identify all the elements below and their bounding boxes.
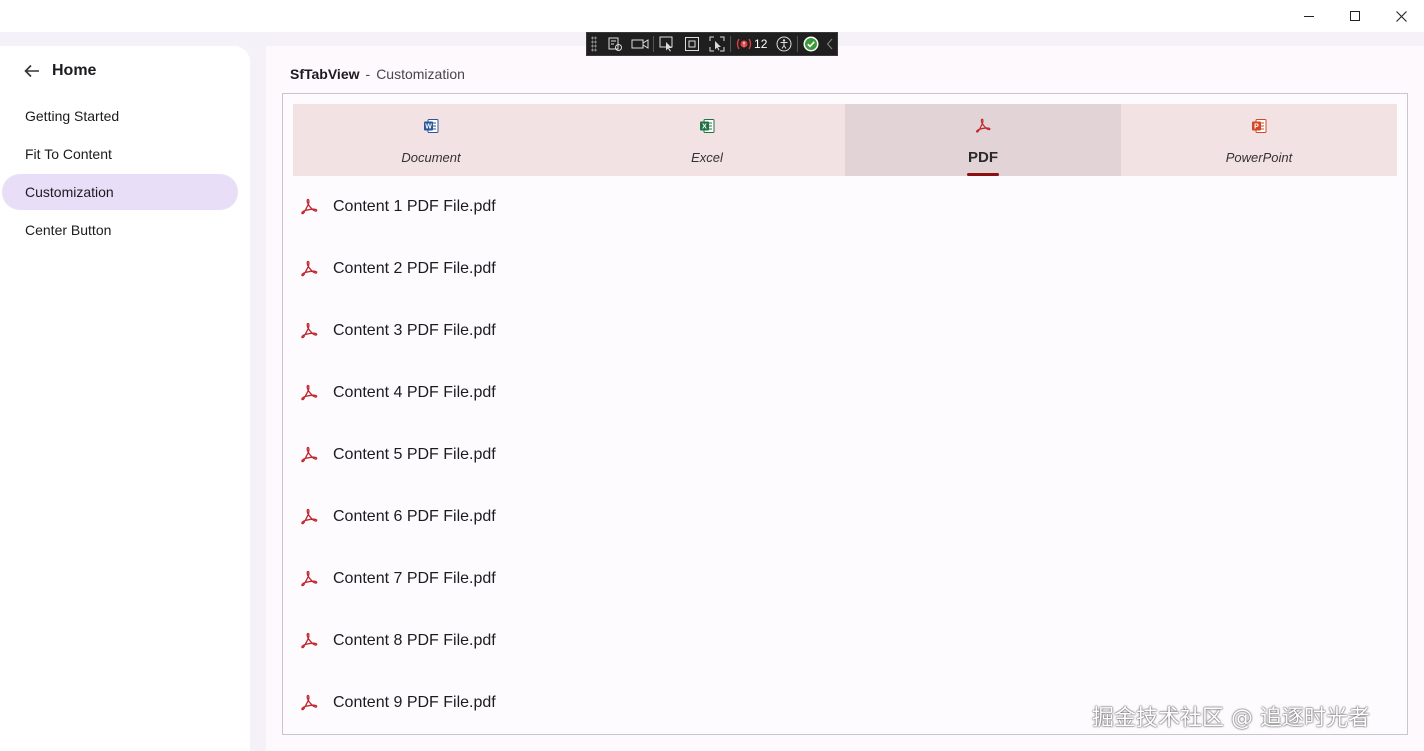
pdf-icon [299,631,319,651]
accessibility-icon [776,36,792,52]
file-name: Content 4 PDF File.pdf [333,384,496,401]
main-content: SfTabView - Customization W Document X Exce… [266,46,1424,751]
svg-text:W: W [425,124,432,131]
list-item[interactable]: Content 6 PDF File.pdf [283,486,1407,548]
pdf-icon [299,259,319,279]
breadcrumb: SfTabView - Customization [290,66,465,82]
select-element-icon [659,36,673,52]
tab-bar: W Document X Excel PDF P PowerPoint [293,104,1397,176]
tabview-frame: W Document X Excel PDF P PowerPoint Content 1 … [282,93,1408,735]
svg-text:X: X [702,124,707,131]
tab-powerpoint[interactable]: P PowerPoint [1121,104,1397,176]
file-name: Content 1 PDF File.pdf [333,198,496,215]
tab-label: Document [401,150,461,165]
sidebar-item-center-button[interactable]: Center Button [2,212,238,248]
pdf-icon [299,507,319,527]
close-icon [1395,10,1407,22]
breadcrumb-page: Customization [376,66,465,82]
select-element-button[interactable] [655,34,680,54]
close-button[interactable] [1378,0,1424,32]
file-name: Content 7 PDF File.pdf [333,570,496,587]
pdf-icon [299,445,319,465]
list-item[interactable]: Content 7 PDF File.pdf [283,548,1407,610]
pdf-file-list: Content 1 PDF File.pdf Content 2 PDF File… [283,176,1407,734]
sidebar-item-label: Getting Started [25,108,120,124]
pdf-icon [299,321,319,341]
powerpoint-icon: P [1249,116,1269,136]
layout-adorner-icon [685,37,700,51]
track-focus-button[interactable] [704,34,729,54]
tab-label: Excel [691,150,723,165]
toolbar-separator [797,36,799,52]
file-name: Content 8 PDF File.pdf [333,632,496,649]
file-name: Content 2 PDF File.pdf [333,260,496,277]
tab-excel[interactable]: X Excel [569,104,845,176]
toolbar-grip-handle[interactable] [591,36,597,52]
sidebar-item-label: Customization [25,184,114,200]
window-title-bar [0,0,1424,32]
toolbar-separator [730,36,732,52]
tab-document[interactable]: W Document [293,104,569,176]
sidebar-item-fit-to-content[interactable]: Fit To Content [2,136,238,172]
home-label: Home [52,62,97,79]
binding-failure-icon [736,38,752,50]
error-count: 12 [754,37,768,51]
chevron-left-icon [827,38,833,50]
binding-failures-button[interactable]: 12 [732,37,771,51]
file-name: Content 6 PDF File.pdf [333,508,496,525]
sidebar-item-getting-started[interactable]: Getting Started [2,98,238,134]
list-item[interactable]: Content 2 PDF File.pdf [283,238,1407,300]
live-visual-tree-button[interactable] [603,34,628,54]
tab-label: PDF [968,149,998,166]
xaml-debug-toolbar: 12 [586,32,838,56]
track-focus-icon [709,36,725,52]
pdf-icon [973,116,993,136]
collapse-toolbar-button[interactable] [824,34,837,54]
toolbar-separator [653,36,655,52]
file-name: Content 9 PDF File.pdf [333,694,496,711]
pdf-icon [299,383,319,403]
sidebar-item-label: Center Button [25,222,112,238]
video-camera-icon [631,39,649,49]
pdf-icon [299,569,319,589]
accessibility-checker-button[interactable] [771,34,796,54]
sidebar-item-customization[interactable]: Customization [2,174,238,210]
breadcrumb-separator: - [365,66,371,82]
maximize-icon [1350,11,1360,21]
sidebar-item-label: Fit To Content [25,146,112,162]
word-icon: W [421,116,441,136]
list-item[interactable]: Content 1 PDF File.pdf [283,176,1407,238]
tab-pdf[interactable]: PDF [845,104,1121,176]
svg-text:P: P [1254,124,1259,131]
file-name: Content 5 PDF File.pdf [333,446,496,463]
list-item[interactable]: Content 3 PDF File.pdf [283,300,1407,362]
tab-label: PowerPoint [1225,150,1293,165]
file-name: Content 3 PDF File.pdf [333,322,496,339]
excel-icon: X [697,116,717,136]
sidebar: Home Getting Started Fit To Content Custom… [0,46,250,751]
check-circle-icon [803,36,819,52]
hot-reload-status[interactable] [799,34,824,54]
display-layout-adorners-button[interactable] [680,34,705,54]
list-item[interactable]: Content 4 PDF File.pdf [283,362,1407,424]
list-item[interactable]: Content 8 PDF File.pdf [283,610,1407,672]
maximize-button[interactable] [1332,0,1378,32]
visual-tree-icon [608,37,623,51]
pdf-icon [299,197,319,217]
list-item[interactable]: Content 5 PDF File.pdf [283,424,1407,486]
watermark: 掘金技术社区 @ 追逐时光者 [1092,706,1370,731]
arrow-left-icon[interactable] [24,64,40,78]
home-nav[interactable]: Home [24,62,96,80]
pdf-icon [299,693,319,713]
minimize-button[interactable] [1286,0,1332,32]
minimize-icon [1304,15,1314,17]
breadcrumb-control: SfTabView [290,66,360,82]
record-button[interactable] [627,34,652,54]
